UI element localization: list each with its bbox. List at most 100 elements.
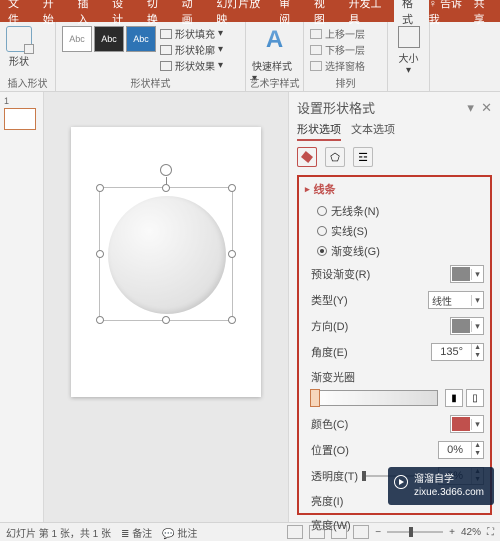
tab-home[interactable]: 开始 bbox=[35, 0, 70, 22]
angle-label: 角度(E) bbox=[311, 344, 348, 360]
insert-shape-caption: 形状 bbox=[9, 53, 29, 68]
shape-style-gallery[interactable]: Abc Abc Abc bbox=[62, 26, 156, 52]
slide-thumbnail-1[interactable] bbox=[4, 108, 36, 130]
share-button[interactable]: 共享 bbox=[474, 0, 492, 27]
tab-review[interactable]: 审阅 bbox=[271, 0, 306, 22]
direction-combo[interactable]: ▾ bbox=[450, 317, 484, 335]
style-swatch-3[interactable]: Abc bbox=[126, 26, 156, 52]
size-icon bbox=[398, 26, 420, 48]
effects-tab-icon[interactable]: ⬠ bbox=[325, 147, 345, 167]
fill-line-tab-icon[interactable] bbox=[297, 147, 317, 167]
line-section-highlight: 线条 无线条(N) 实线(S) 渐变线(G) 预设渐变(R) ▾ 类型(Y) 线… bbox=[297, 175, 492, 515]
group-arrange-label: 排列 bbox=[304, 75, 387, 90]
resize-handle-w[interactable] bbox=[96, 250, 104, 258]
normal-view-button[interactable] bbox=[287, 525, 303, 539]
tab-format[interactable]: 格式 bbox=[394, 0, 429, 22]
shape-outline-button[interactable]: 形状轮廓 ▾ bbox=[160, 42, 223, 57]
gradient-line-radio[interactable]: 渐变线(G) bbox=[305, 241, 484, 261]
shape-effects-button[interactable]: 形状效果 ▾ bbox=[160, 58, 223, 73]
gradient-stops-track[interactable] bbox=[311, 390, 438, 406]
group-wordart-label: 艺术字样式 bbox=[246, 75, 303, 90]
fill-icon bbox=[160, 29, 172, 39]
backward-icon bbox=[310, 45, 322, 55]
gradient-stop-1[interactable] bbox=[310, 389, 320, 407]
slide[interactable] bbox=[71, 127, 261, 397]
resize-handle-nw[interactable] bbox=[96, 184, 104, 192]
preset-label: 预设渐变(R) bbox=[311, 266, 370, 282]
slide-thumbnails: 1 bbox=[0, 92, 44, 522]
shape-fill-button[interactable]: 形状填充 ▾ bbox=[160, 26, 223, 41]
oval-shape[interactable] bbox=[108, 196, 226, 314]
group-shape-style-label: 形状样式 bbox=[56, 75, 245, 90]
fit-to-window-button[interactable]: ⛶ bbox=[487, 527, 494, 538]
width-label: 宽度(W) bbox=[311, 517, 351, 533]
zoom-slider[interactable] bbox=[387, 531, 443, 533]
resize-handle-n[interactable] bbox=[162, 184, 170, 192]
comments-button[interactable]: 💬 批注 bbox=[162, 525, 197, 540]
selection-icon bbox=[310, 61, 322, 71]
style-swatch-2[interactable]: Abc bbox=[94, 26, 124, 52]
notes-button[interactable]: ≣ 备注 bbox=[121, 525, 152, 540]
line-section-header[interactable]: 线条 bbox=[305, 181, 484, 197]
brightness-label: 亮度(I) bbox=[311, 493, 343, 509]
ribbon-tabs: 文件 开始 插入 设计 切换 动画 幻灯片放映 审阅 视图 开发工具 格式 ♀ … bbox=[0, 0, 500, 22]
stop-color-combo[interactable]: ▾ bbox=[450, 415, 484, 433]
color-label: 颜色(C) bbox=[311, 416, 348, 432]
tab-transitions[interactable]: 切换 bbox=[139, 0, 174, 22]
position-input[interactable]: 0%▲▼ bbox=[438, 441, 484, 459]
preset-gradient-combo[interactable]: ▾ bbox=[450, 265, 484, 283]
tab-devtools[interactable]: 开发工具 bbox=[341, 0, 394, 22]
main-area: 1 设置形状格式 ▾ ✕ 形状选项 文本选项 bbox=[0, 92, 500, 522]
resize-handle-se[interactable] bbox=[228, 316, 236, 324]
outline-icon bbox=[160, 45, 172, 55]
bring-forward-button[interactable]: 上移一层 bbox=[310, 26, 365, 41]
tab-design[interactable]: 设计 bbox=[104, 0, 139, 22]
no-line-radio[interactable]: 无线条(N) bbox=[305, 201, 484, 221]
add-stop-button[interactable]: ▮ bbox=[445, 389, 463, 407]
watermark-overlay: 溜溜自学 zixue.3d66.com bbox=[388, 467, 494, 505]
direction-label: 方向(D) bbox=[311, 318, 348, 334]
tab-insert[interactable]: 插入 bbox=[69, 0, 104, 22]
resize-handle-ne[interactable] bbox=[228, 184, 236, 192]
transparency-label: 透明度(T) bbox=[311, 468, 358, 484]
thumb-number: 1 bbox=[4, 96, 39, 106]
watermark-brand: 溜溜自学 bbox=[414, 473, 484, 486]
wordart-icon: A bbox=[266, 26, 283, 54]
selection-box[interactable] bbox=[99, 187, 233, 321]
tab-file[interactable]: 文件 bbox=[0, 0, 35, 22]
position-label: 位置(O) bbox=[311, 442, 349, 458]
tab-view[interactable]: 视图 bbox=[306, 0, 341, 22]
play-icon bbox=[394, 475, 408, 489]
resize-handle-e[interactable] bbox=[228, 250, 236, 258]
slide-canvas[interactable] bbox=[44, 92, 288, 522]
gradient-stops-label: 渐变光圈 bbox=[305, 365, 484, 387]
pane-close-button[interactable]: ✕ bbox=[481, 100, 492, 115]
pane-title: 设置形状格式 bbox=[297, 98, 375, 117]
rotate-handle[interactable] bbox=[160, 164, 172, 176]
group-insert-shape-label: 插入形状 bbox=[0, 75, 55, 90]
pane-tab-text[interactable]: 文本选项 bbox=[351, 121, 395, 141]
shape-icon bbox=[6, 26, 32, 52]
selection-pane-button[interactable]: 选择窗格 bbox=[310, 58, 365, 73]
forward-icon bbox=[310, 29, 322, 39]
size-button[interactable]: 大小 ▾ bbox=[398, 26, 420, 76]
tab-animations[interactable]: 动画 bbox=[174, 0, 209, 22]
gradient-type-combo[interactable]: 线性▾ bbox=[428, 291, 484, 309]
size-tab-icon[interactable]: ☲ bbox=[353, 147, 373, 167]
style-swatch-1[interactable]: Abc bbox=[62, 26, 92, 52]
watermark-url: zixue.3d66.com bbox=[414, 486, 484, 499]
resize-handle-sw[interactable] bbox=[96, 316, 104, 324]
insert-shape-button[interactable]: 形状 bbox=[6, 26, 32, 68]
format-shape-pane: 设置形状格式 ▾ ✕ 形状选项 文本选项 ⬠ ☲ 线条 无线条(N) 实线(S)… bbox=[288, 92, 500, 522]
effects-icon bbox=[160, 61, 172, 71]
tellme-button[interactable]: ♀ 告诉我 bbox=[429, 0, 466, 27]
resize-handle-s[interactable] bbox=[162, 316, 170, 324]
tab-slideshow[interactable]: 幻灯片放映 bbox=[208, 0, 271, 22]
pane-tab-shape[interactable]: 形状选项 bbox=[297, 121, 341, 141]
ribbon: 形状 插入形状 Abc Abc Abc 形状填充 ▾ 形状轮廓 ▾ 形状效果 ▾… bbox=[0, 22, 500, 92]
solid-line-radio[interactable]: 实线(S) bbox=[305, 221, 484, 241]
type-label: 类型(Y) bbox=[311, 292, 348, 308]
remove-stop-button[interactable]: ▯ bbox=[466, 389, 484, 407]
send-backward-button[interactable]: 下移一层 bbox=[310, 42, 365, 57]
angle-input[interactable]: 135°▲▼ bbox=[431, 343, 484, 361]
